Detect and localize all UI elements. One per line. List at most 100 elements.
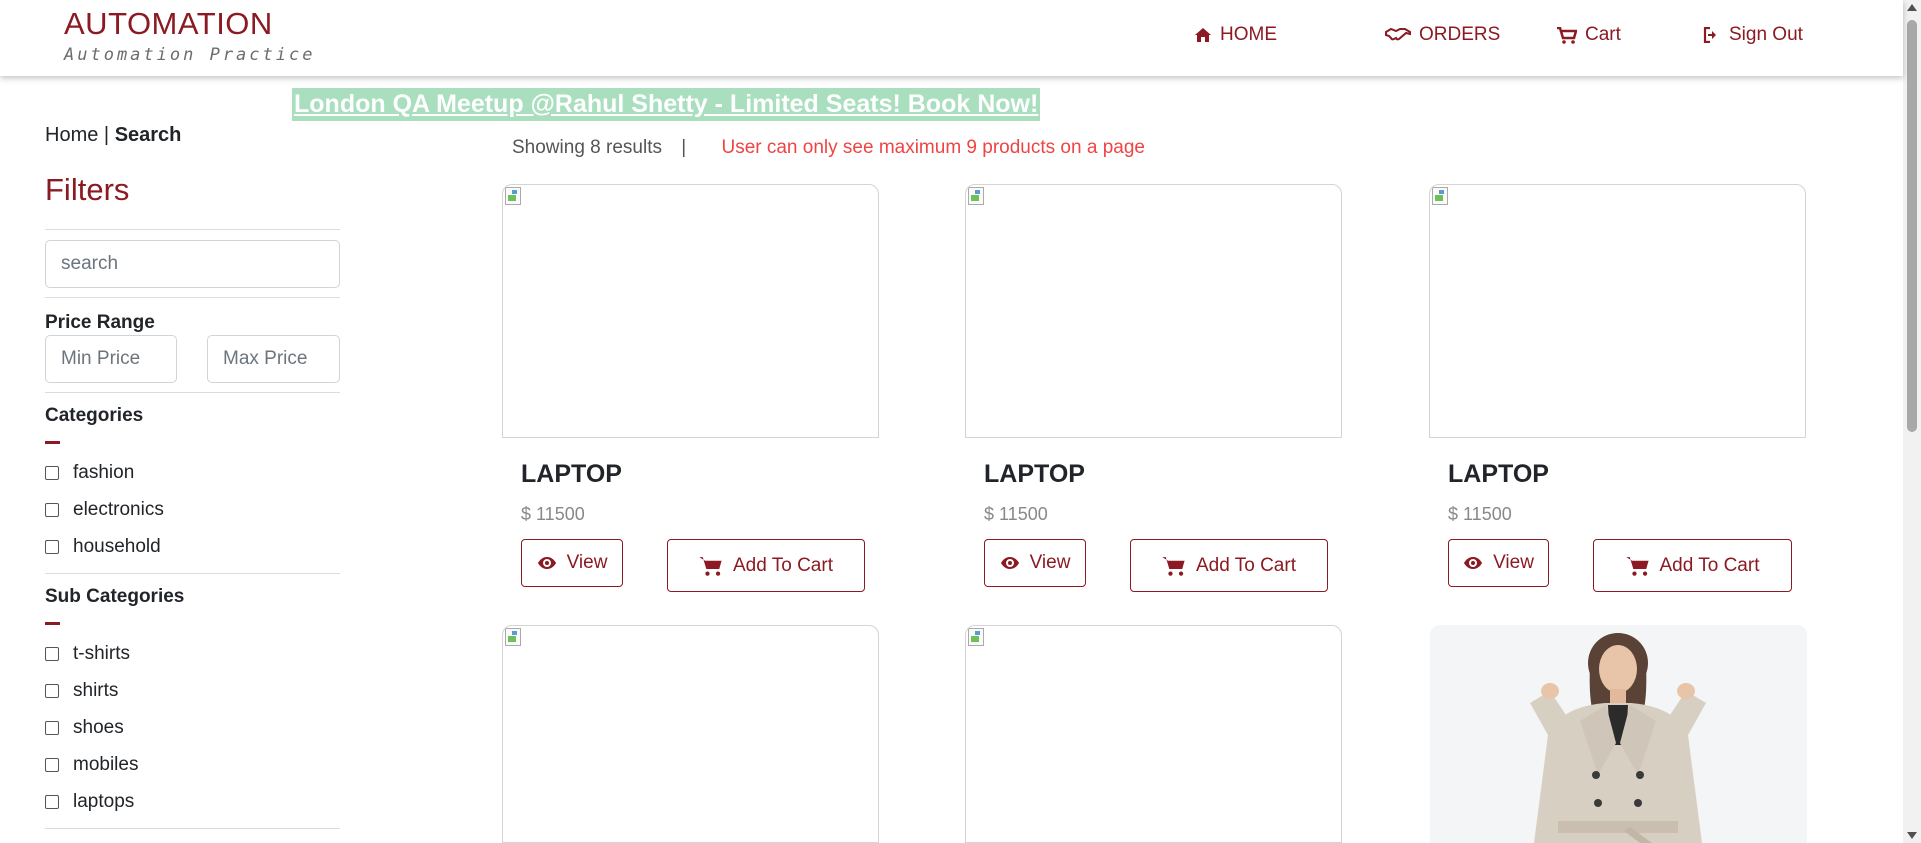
logo-subtitle: Automation Practice <box>64 45 316 65</box>
cart-icon <box>1162 556 1185 576</box>
breadcrumb-home[interactable]: Home <box>45 124 98 146</box>
category-checkbox[interactable] <box>45 503 59 517</box>
subcategory-checkbox[interactable] <box>45 647 59 661</box>
broken-image-icon <box>966 626 990 650</box>
eye-icon <box>537 557 556 569</box>
nav-orders-label: ORDERS <box>1419 24 1501 45</box>
nav-cart-label: Cart <box>1585 24 1621 45</box>
results-warning: User can only see maximum 9 products on … <box>721 137 1145 158</box>
subcategory-shoes[interactable]: shoes <box>45 717 124 739</box>
view-button[interactable]: View <box>1448 539 1549 587</box>
sub-categories-label: Sub Categories <box>45 586 185 607</box>
cart-icon <box>1557 26 1577 44</box>
subcategory-mobiles[interactable]: mobiles <box>45 754 138 776</box>
divider <box>45 229 340 230</box>
results-separator: | <box>681 137 687 158</box>
scroll-up-icon[interactable] <box>1907 4 1917 11</box>
add-to-cart-button[interactable]: Add To Cart <box>1593 539 1792 592</box>
breadcrumb-current: Search <box>114 124 182 146</box>
max-price-input[interactable]: Max Price <box>207 335 340 383</box>
home-icon <box>1195 28 1211 42</box>
category-label: electronics <box>73 499 164 520</box>
nav-home-button[interactable]: HOME <box>1194 24 1277 46</box>
subcategory-checkbox[interactable] <box>45 795 59 809</box>
sign-out-icon <box>1703 27 1716 43</box>
min-price-input[interactable]: Min Price <box>45 335 177 383</box>
nav-home-label: HOME <box>1220 24 1277 45</box>
subcategory-laptops[interactable]: laptops <box>45 791 134 813</box>
results-count: Showing 8 results <box>512 137 662 158</box>
subcategory-t-shirts[interactable]: t-shirts <box>45 643 130 665</box>
category-checkbox[interactable] <box>45 466 59 480</box>
subcategory-checkbox[interactable] <box>45 721 59 735</box>
view-button[interactable]: View <box>521 539 623 587</box>
scroll-down-icon[interactable] <box>1907 832 1917 839</box>
category-label: fashion <box>73 462 135 483</box>
category-household[interactable]: household <box>45 536 161 558</box>
subcategory-label: shirts <box>73 680 119 701</box>
category-electronics[interactable]: electronics <box>45 499 164 521</box>
cart-icon <box>699 556 722 576</box>
search-input[interactable]: search <box>45 240 340 288</box>
add-to-cart-button[interactable]: Add To Cart <box>667 539 865 592</box>
subcategory-shirts[interactable]: shirts <box>45 680 118 702</box>
scroll-thumb[interactable] <box>1907 20 1917 432</box>
divider <box>45 828 340 829</box>
section-accent-bar <box>45 441 60 444</box>
category-label: household <box>73 536 161 557</box>
add-to-cart-button[interactable]: Add To Cart <box>1130 539 1328 592</box>
categories-label: Categories <box>45 405 144 426</box>
product-price: $ 11500 <box>1448 504 1512 524</box>
view-button-label: View <box>566 552 608 573</box>
eye-icon <box>1464 557 1483 569</box>
product-name: LAPTOP <box>521 460 622 488</box>
meetup-banner-link[interactable]: London QA Meetup @Rahul Shetty - Limited… <box>292 88 1041 121</box>
nav-sign-out-button[interactable]: Sign Out <box>1703 24 1803 46</box>
add-to-cart-label: Add To Cart <box>733 554 833 576</box>
price-range-label: Price Range <box>45 312 155 333</box>
product-image[interactable] <box>965 625 1342 843</box>
category-checkbox[interactable] <box>45 540 59 554</box>
nav-orders-button[interactable]: ORDERS <box>1385 24 1500 46</box>
product-name: LAPTOP <box>984 460 1085 488</box>
results-summary: Showing 8 results | User can only see ma… <box>512 137 1145 159</box>
subcategory-label: laptops <box>73 791 135 812</box>
divider <box>45 297 340 298</box>
section-accent-bar <box>45 622 60 625</box>
subcategory-checkbox[interactable] <box>45 758 59 772</box>
add-to-cart-label: Add To Cart <box>1196 554 1296 576</box>
view-button-label: View <box>1029 552 1071 573</box>
broken-image-icon <box>503 185 527 209</box>
divider <box>45 573 340 574</box>
cart-icon <box>1625 556 1649 576</box>
nav-sign-out-label: Sign Out <box>1729 24 1803 45</box>
product-name: LAPTOP <box>1448 460 1549 488</box>
product-price: $ 11500 <box>521 504 585 524</box>
product-price: $ 11500 <box>984 504 1048 524</box>
page-scrollbar[interactable] <box>1903 0 1921 843</box>
broken-image-icon <box>503 626 527 650</box>
product-image-coat[interactable] <box>1430 625 1807 843</box>
divider <box>45 392 340 393</box>
view-button[interactable]: View <box>984 539 1086 587</box>
subcategory-checkbox[interactable] <box>45 684 59 698</box>
category-fashion[interactable]: fashion <box>45 462 134 484</box>
product-image[interactable] <box>1429 184 1806 438</box>
subcategory-label: mobiles <box>73 754 139 775</box>
breadcrumb: Home | Search <box>45 124 181 147</box>
broken-image-icon <box>1430 185 1454 209</box>
broken-image-icon <box>966 185 990 209</box>
product-image[interactable] <box>965 184 1342 438</box>
subcategory-label: shoes <box>73 717 124 738</box>
view-button-label: View <box>1493 552 1534 573</box>
subcategory-label: t-shirts <box>73 643 130 664</box>
handshake-icon <box>1385 27 1411 41</box>
filters-title: Filters <box>45 172 130 207</box>
coat-model-photo <box>1430 625 1807 843</box>
product-image[interactable] <box>502 184 879 438</box>
top-navbar: AUTOMATION Automation Practice HOME ORDE… <box>0 0 1903 76</box>
breadcrumb-separator: | <box>103 124 110 146</box>
logo-title[interactable]: AUTOMATION <box>64 6 273 42</box>
nav-cart-button[interactable]: Cart <box>1557 24 1621 46</box>
product-image[interactable] <box>502 625 879 843</box>
